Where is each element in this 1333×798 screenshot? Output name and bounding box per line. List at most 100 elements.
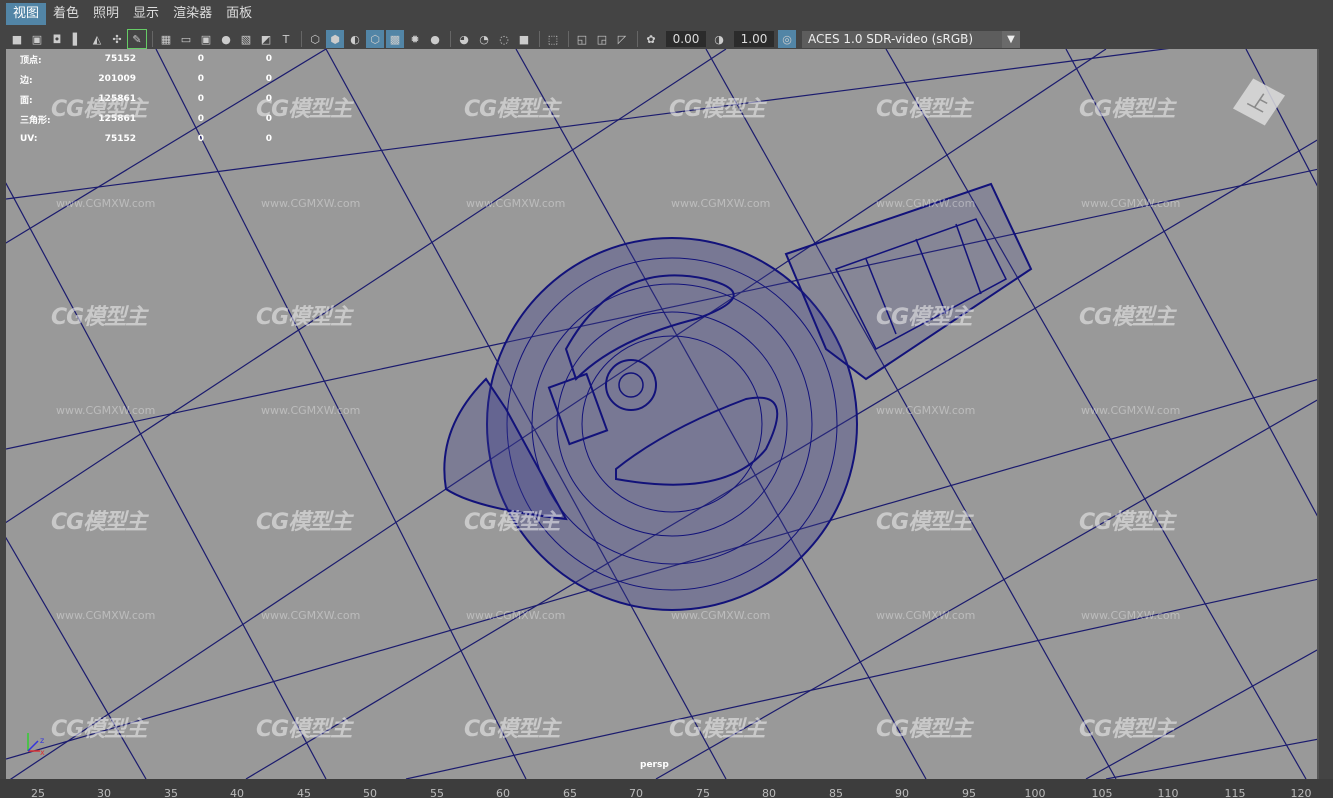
- lights-icon[interactable]: ✹: [406, 30, 424, 48]
- timeline-tick: 55: [430, 787, 444, 798]
- toolbar-separator: [450, 31, 451, 47]
- gamma-field[interactable]: 1.00: [734, 31, 774, 47]
- wireframe-icon[interactable]: ⬡: [306, 30, 324, 48]
- toolbar-separator: [539, 31, 540, 47]
- hud-row-uvs: UV: 75152 0 0: [20, 134, 272, 144]
- exposure-field[interactable]: 0.00: [666, 31, 706, 47]
- resolution-gate-icon[interactable]: ▣: [197, 30, 215, 48]
- watermark-url: www.CGMXW.com: [261, 609, 361, 622]
- camera-name-label: persp: [640, 760, 669, 770]
- anti-aliasing-icon[interactable]: ◌: [495, 30, 513, 48]
- toolbar-separator: [568, 31, 569, 47]
- timeline-tick: 35: [164, 787, 178, 798]
- watermark-url: www.CGMXW.com: [56, 609, 156, 622]
- bookmark-icon[interactable]: ▌: [68, 30, 86, 48]
- timeline-tick: 90: [895, 787, 909, 798]
- safe-action-icon[interactable]: ◩: [257, 30, 275, 48]
- watermark-url: www.CGMXW.com: [1081, 609, 1181, 622]
- perspective-viewport[interactable]: 顶点: 75152 0 0 边: 201009 0 0 面: 125861 0 …: [6, 49, 1319, 779]
- gate-mask-icon[interactable]: ●: [217, 30, 235, 48]
- move-camera-icon[interactable]: ✣: [108, 30, 126, 48]
- color-management-icon[interactable]: ◎: [778, 30, 796, 48]
- motion-blur-icon[interactable]: ◔: [475, 30, 493, 48]
- timeline-tick: 50: [363, 787, 377, 798]
- depth-of-field-icon[interactable]: ■: [515, 30, 533, 48]
- watermark-logo: CG模型主: [669, 97, 765, 122]
- xray-joints-icon[interactable]: ◱: [573, 30, 591, 48]
- watermark-logo: CG模型主: [256, 717, 352, 742]
- default-material-icon[interactable]: ◐: [346, 30, 364, 48]
- watermark-logo: CG模型主: [464, 97, 560, 122]
- timeline-tick: 25: [31, 787, 45, 798]
- watermark-logo: CG模型主: [256, 510, 352, 535]
- time-slider[interactable]: 25 30 35 40 45 50 55 60 65 70 75 80 85 9…: [0, 779, 1333, 798]
- timeline-tick: 120: [1290, 787, 1312, 798]
- xray-icon[interactable]: ▩: [386, 30, 404, 48]
- gamma-icon[interactable]: ◑: [710, 30, 728, 48]
- shadows-icon[interactable]: ●: [426, 30, 444, 48]
- menu-renderer[interactable]: 渲染器: [166, 3, 219, 25]
- menu-lighting[interactable]: 照明: [86, 3, 126, 25]
- camera-attributes-icon[interactable]: ▣: [28, 30, 46, 48]
- watermark-logo: CG模型主: [1079, 97, 1175, 122]
- panel-menu-bar: 视图 着色 照明 显示 渲染器 面板: [0, 0, 1333, 28]
- watermark-url: www.CGMXW.com: [261, 404, 361, 417]
- watermark-logo: CG模型主: [876, 717, 972, 742]
- chevron-down-icon: ▼: [1002, 30, 1020, 48]
- watermark-logo: CG模型主: [876, 510, 972, 535]
- timeline-tick: 45: [297, 787, 311, 798]
- watermark-logo: CG模型主: [876, 305, 972, 330]
- timeline-tick: 40: [230, 787, 244, 798]
- timeline-tick: 115: [1224, 787, 1246, 798]
- menu-panels[interactable]: 面板: [219, 3, 259, 25]
- timeline-tick: 85: [829, 787, 843, 798]
- camera-icon[interactable]: ■: [8, 30, 26, 48]
- menu-show[interactable]: 显示: [126, 3, 166, 25]
- hud-row-edges: 边: 201009 0 0: [20, 74, 272, 86]
- timeline-tick: 95: [962, 787, 976, 798]
- backface-icon[interactable]: ◸: [613, 30, 631, 48]
- grid-icon[interactable]: ▦: [157, 30, 175, 48]
- watermark-logo: CG模型主: [464, 717, 560, 742]
- smooth-shade-icon[interactable]: ⬢: [326, 30, 344, 48]
- axis-z-label: z: [40, 736, 44, 745]
- timeline-tick: 105: [1091, 787, 1113, 798]
- grease-pencil-icon[interactable]: ✎: [127, 29, 147, 49]
- camera-bookmark-icon[interactable]: ◘: [48, 30, 66, 48]
- color-space-value: ACES 1.0 SDR-video (sRGB): [808, 31, 974, 46]
- screen-space-ao-icon[interactable]: ◕: [455, 30, 473, 48]
- safe-title-icon[interactable]: T: [277, 30, 295, 48]
- watermark-url: www.CGMXW.com: [876, 609, 976, 622]
- timeline-tick: 65: [563, 787, 577, 798]
- panel-toolbar: ■ ▣ ◘ ▌ ◭ ✣ ✎ ▦ ▭ ▣ ● ▧ ◩ T ⬡ ⬢ ◐ ⬡ ▩ ✹ …: [0, 28, 1333, 50]
- maya-viewport-window: 视图 着色 照明 显示 渲染器 面板 ■ ▣ ◘ ▌ ◭ ✣ ✎ ▦ ▭ ▣ ●…: [0, 0, 1333, 798]
- watermark-logo: CG模型主: [669, 717, 765, 742]
- watermark-url: www.CGMXW.com: [1081, 197, 1181, 210]
- field-chart-icon[interactable]: ▧: [237, 30, 255, 48]
- image-plane-icon[interactable]: ◭: [88, 30, 106, 48]
- watermark-url: www.CGMXW.com: [876, 197, 976, 210]
- watermark-logo: CG模型主: [876, 97, 972, 122]
- toolbar-separator: [301, 31, 302, 47]
- isolate-select-icon[interactable]: ⬚: [544, 30, 562, 48]
- menu-view[interactable]: 视图: [6, 3, 47, 25]
- timeline-tick: 80: [762, 787, 776, 798]
- film-gate-icon[interactable]: ▭: [177, 30, 195, 48]
- wireframe-on-shaded-icon[interactable]: ⬡: [366, 30, 384, 48]
- watermark-url: www.CGMXW.com: [261, 197, 361, 210]
- watermark-logo: CG模型主: [464, 510, 560, 535]
- watermark-logo: CG模型主: [51, 717, 147, 742]
- menu-shading[interactable]: 着色: [46, 3, 86, 25]
- watermark-logo: CG模型主: [1079, 717, 1175, 742]
- xray-active-icon[interactable]: ◲: [593, 30, 611, 48]
- exposure-icon[interactable]: ✿: [642, 30, 660, 48]
- watermark-url: www.CGMXW.com: [56, 197, 156, 210]
- color-space-dropdown[interactable]: ACES 1.0 SDR-video (sRGB) ▼: [802, 30, 1020, 48]
- watermark-logo: CG模型主: [1079, 305, 1175, 330]
- toolbar-separator: [152, 31, 153, 47]
- watermark-url: www.CGMXW.com: [671, 197, 771, 210]
- watermark-url: www.CGMXW.com: [56, 404, 156, 417]
- watermark-logo: CG模型主: [51, 305, 147, 330]
- hud-row-vertices: 顶点: 75152 0 0: [20, 54, 272, 66]
- watermark-logo: CG模型主: [256, 305, 352, 330]
